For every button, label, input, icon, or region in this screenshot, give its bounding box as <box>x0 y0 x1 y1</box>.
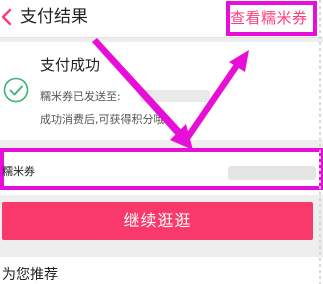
arrow-to-coupon-row-icon <box>92 38 193 150</box>
arrow-to-link-icon <box>184 50 249 141</box>
annotation-arrows <box>92 38 249 150</box>
